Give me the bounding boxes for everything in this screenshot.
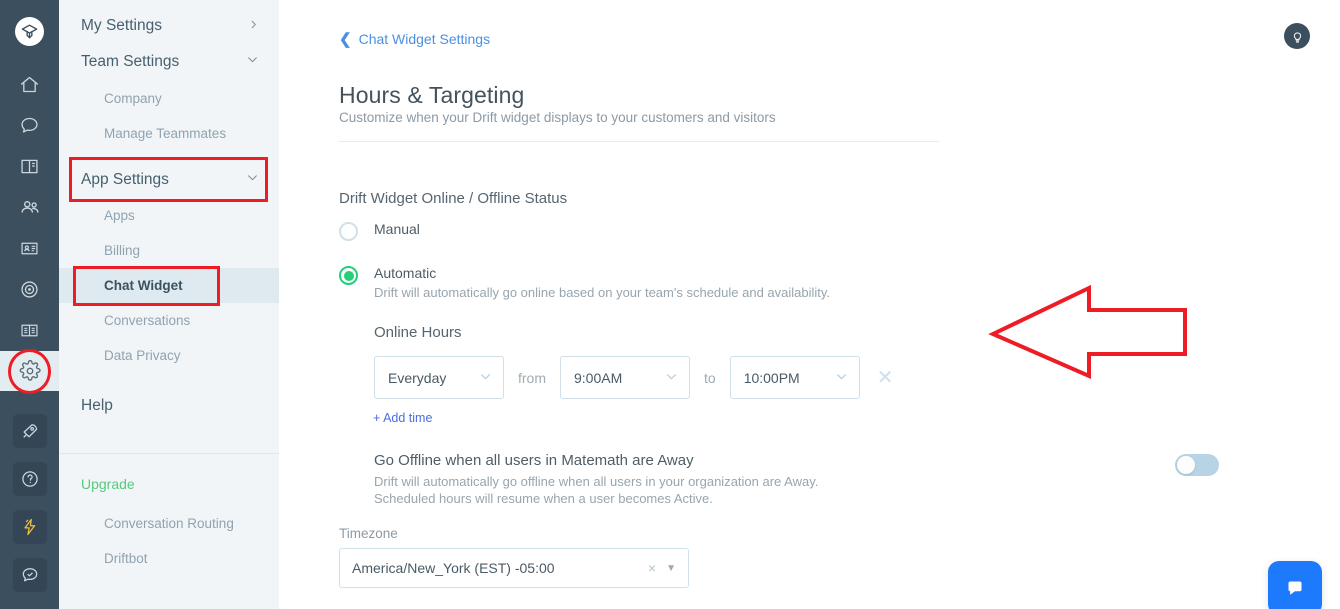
chevron-left-icon: ❮ (339, 30, 352, 48)
sidebar-item-label: Data Privacy (104, 348, 181, 363)
sidebar-item-label: My Settings (81, 16, 162, 34)
rail-item-upgrade[interactable] (0, 507, 59, 547)
end-time-value: 10:00PM (743, 369, 800, 386)
to-label: to (704, 369, 716, 386)
main-content: ❮ Chat Widget Settings Hours & Targeting… (279, 0, 1340, 609)
sidebar-item-label: Driftbot (104, 551, 148, 566)
rail-item-settings[interactable] (0, 351, 59, 391)
radio-automatic-control[interactable] (339, 266, 358, 285)
timezone-label: Timezone (339, 526, 398, 541)
radio-option-manual[interactable]: Manual (339, 221, 420, 241)
chat-launcher-icon[interactable] (1268, 561, 1322, 609)
radio-automatic-description: Drift will automatically go online based… (374, 285, 831, 300)
radio-manual-label: Manual (374, 221, 420, 237)
radio-automatic-label: Automatic (374, 265, 437, 281)
sidebar-item-label: Manage Teammates (104, 126, 227, 141)
sidebar-item-apps[interactable]: Apps (59, 198, 279, 233)
remove-schedule-close-icon[interactable]: ✕ (877, 368, 894, 388)
sidebar-item-label: Team Settings (81, 52, 180, 70)
sidebar-item-app-settings[interactable]: App Settings (59, 162, 279, 197)
radio-manual-control[interactable] (339, 222, 358, 241)
rail-item-getting-started[interactable] (0, 411, 59, 451)
sidebar-item-label: Conversations (104, 313, 191, 328)
rail-item-reports[interactable] (0, 310, 59, 350)
chevron-down-icon (479, 370, 492, 386)
sidebar-item-driftbot[interactable]: Driftbot (59, 541, 279, 576)
add-time-button[interactable]: + Add time (373, 411, 432, 425)
sidebar-item-label: Chat Widget (104, 278, 183, 293)
rail-item-playbooks[interactable] (0, 146, 59, 186)
sidebar-item-data-privacy[interactable]: Data Privacy (59, 338, 279, 373)
chevron-down-icon (246, 171, 259, 189)
drift-settings-screen: My Settings Team Settings Company Manage… (0, 0, 1340, 609)
end-time-select[interactable]: 10:00PM (729, 356, 860, 399)
sidebar-item-company[interactable]: Company (59, 81, 279, 116)
sidebar-item-label: Apps (104, 208, 135, 223)
go-offline-toggle[interactable] (1175, 454, 1219, 476)
start-time-value: 9:00AM (574, 369, 623, 386)
chevron-down-icon (246, 53, 259, 71)
go-offline-description-line2: Scheduled hours will resume when a user … (374, 491, 713, 506)
sidebar-item-label: Help (81, 396, 113, 414)
page-subtitle: Customize when your Drift widget display… (339, 110, 776, 125)
sidebar-item-team-settings[interactable]: Team Settings (59, 44, 279, 79)
rail-item-feedback[interactable] (0, 555, 59, 595)
rail-item-home[interactable] (0, 64, 59, 104)
schedule-row: Everyday from 9:00AM to 10:00PM ✕ (374, 356, 893, 399)
sidebar-item-label: Conversation Routing (104, 516, 234, 531)
sidebar-item-manage-teammates[interactable]: Manage Teammates (59, 116, 279, 151)
sidebar-divider (59, 453, 279, 454)
go-offline-description-line1: Drift will automatically go offline when… (374, 474, 819, 489)
start-time-select[interactable]: 9:00AM (560, 356, 690, 399)
rail-item-targeting[interactable] (0, 269, 59, 309)
sidebar-item-label: Billing (104, 243, 141, 258)
from-label: from (518, 369, 546, 386)
sidebar-item-conversations[interactable]: Conversations (59, 303, 279, 338)
chevron-down-icon (665, 370, 678, 386)
rail-item-conversations[interactable] (0, 105, 59, 145)
drift-logo-icon[interactable] (15, 17, 44, 46)
go-offline-setting: Go Offline when all users in Matemath ar… (374, 452, 1219, 507)
breadcrumb-back-link[interactable]: ❮ Chat Widget Settings (339, 31, 490, 47)
radio-option-automatic[interactable]: Automatic Drift will automatically go on… (339, 265, 830, 301)
go-offline-title: Go Offline when all users in Matemath ar… (374, 452, 694, 469)
timezone-select[interactable]: America/New_York (EST) -05:00 × ▼ (339, 548, 689, 588)
settings-sidebar: My Settings Team Settings Company Manage… (59, 0, 279, 609)
online-hours-label: Online Hours (374, 324, 462, 341)
chevron-right-icon (248, 17, 259, 35)
timezone-clear-close-icon[interactable]: × (648, 560, 656, 576)
sidebar-item-billing[interactable]: Billing (59, 233, 279, 268)
caret-down-icon[interactable]: ▼ (666, 563, 676, 574)
day-select-value: Everyday (388, 369, 447, 386)
sidebar-item-label: App Settings (81, 170, 169, 188)
breadcrumb-label: Chat Widget Settings (358, 31, 491, 47)
chevron-down-icon (835, 370, 848, 386)
rail-item-help[interactable] (0, 459, 59, 499)
sidebar-upgrade-label: Upgrade (81, 476, 135, 492)
toggle-knob (1177, 456, 1195, 474)
sidebar-item-conversation-routing[interactable]: Conversation Routing (59, 506, 279, 541)
sidebar-item-help[interactable]: Help (59, 388, 279, 423)
rail-item-accounts[interactable] (0, 228, 59, 268)
rail-item-contacts[interactable] (0, 187, 59, 227)
header-divider (339, 141, 939, 142)
timezone-value: America/New_York (EST) -05:00 (352, 560, 555, 576)
page-title: Hours & Targeting (339, 82, 525, 108)
sidebar-item-my-settings[interactable]: My Settings (59, 8, 279, 43)
sidebar-item-chat-widget[interactable]: Chat Widget (59, 268, 279, 303)
sidebar-upgrade-link[interactable]: Upgrade (59, 468, 135, 500)
sidebar-item-label: Company (104, 91, 162, 106)
status-section-label: Drift Widget Online / Offline Status (339, 190, 568, 207)
day-select[interactable]: Everyday (374, 356, 504, 399)
lightbulb-icon[interactable] (1284, 23, 1310, 49)
app-icon-rail (0, 0, 59, 609)
